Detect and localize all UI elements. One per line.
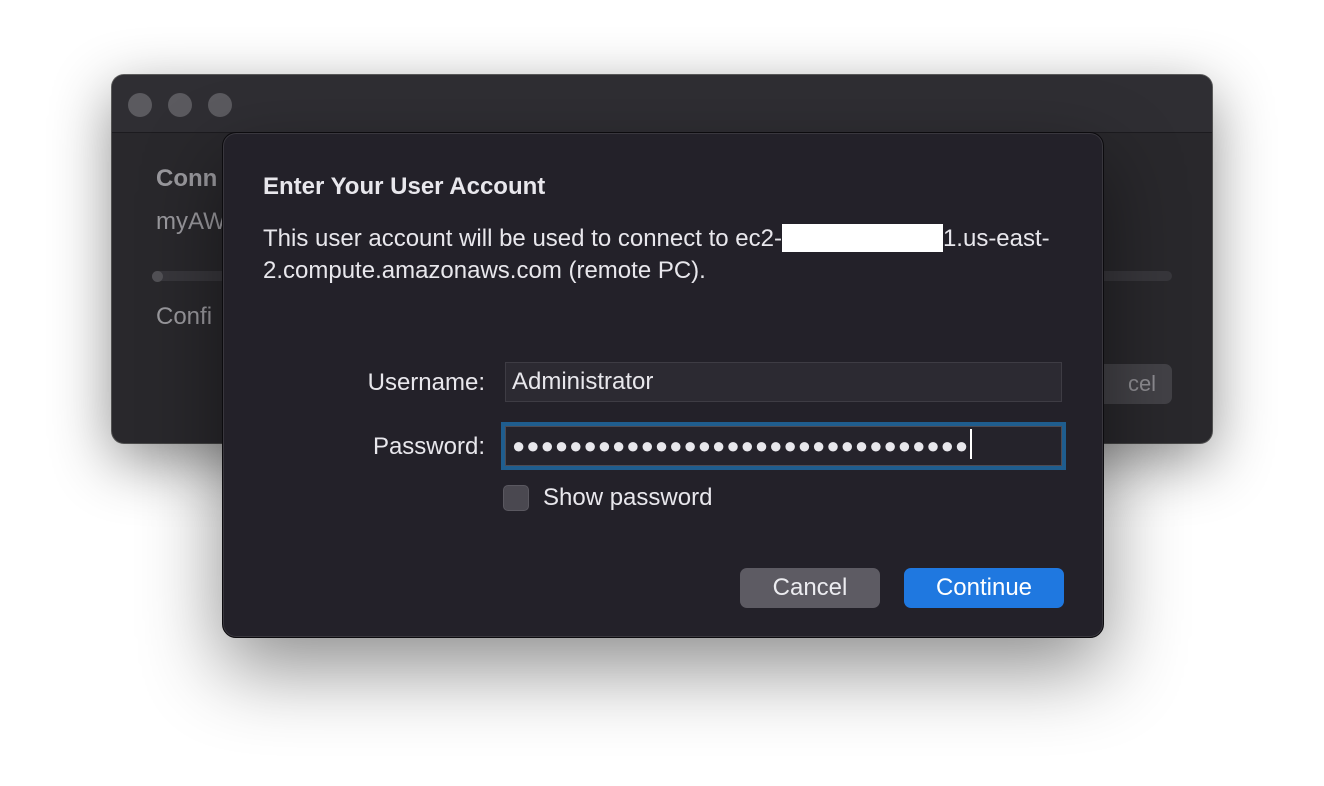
username-label: Username: [367, 369, 485, 396]
background-heading: Conn [156, 165, 218, 192]
user-account-dialog: Enter Your User Account This user accoun… [222, 132, 1104, 638]
close-window-button[interactable] [128, 93, 152, 117]
background-status-text: Confi [156, 303, 213, 330]
show-password-row[interactable]: Show password [503, 483, 712, 513]
password-field[interactable]: ●●●●●●●●●●●●●●●●●●●●●●●●●●●●●●●● [505, 426, 1062, 466]
minimize-window-button[interactable] [168, 93, 192, 117]
background-connection-name: myAW [156, 208, 226, 235]
screen: Conn myAW Confi cel Enter Your User Acco… [0, 0, 1324, 786]
password-masked-value: ●●●●●●●●●●●●●●●●●●●●●●●●●●●●●●●● [512, 433, 970, 458]
username-field[interactable]: Administrator [505, 362, 1062, 402]
window-titlebar [112, 75, 1212, 133]
text-caret [970, 429, 973, 459]
password-label: Password: [372, 433, 485, 460]
redacted-hostname [781, 224, 943, 252]
message-prefix: This user account will be used to connec… [263, 225, 782, 252]
progress-indicator [152, 271, 163, 282]
show-password-checkbox[interactable] [503, 485, 529, 511]
cancel-button[interactable]: Cancel [740, 568, 880, 608]
continue-button[interactable]: Continue [904, 568, 1064, 608]
dialog-message: This user account will be used to connec… [263, 223, 1063, 287]
dialog-title: Enter Your User Account [263, 173, 546, 200]
zoom-window-button[interactable] [208, 93, 232, 117]
show-password-label[interactable]: Show password [543, 484, 712, 512]
